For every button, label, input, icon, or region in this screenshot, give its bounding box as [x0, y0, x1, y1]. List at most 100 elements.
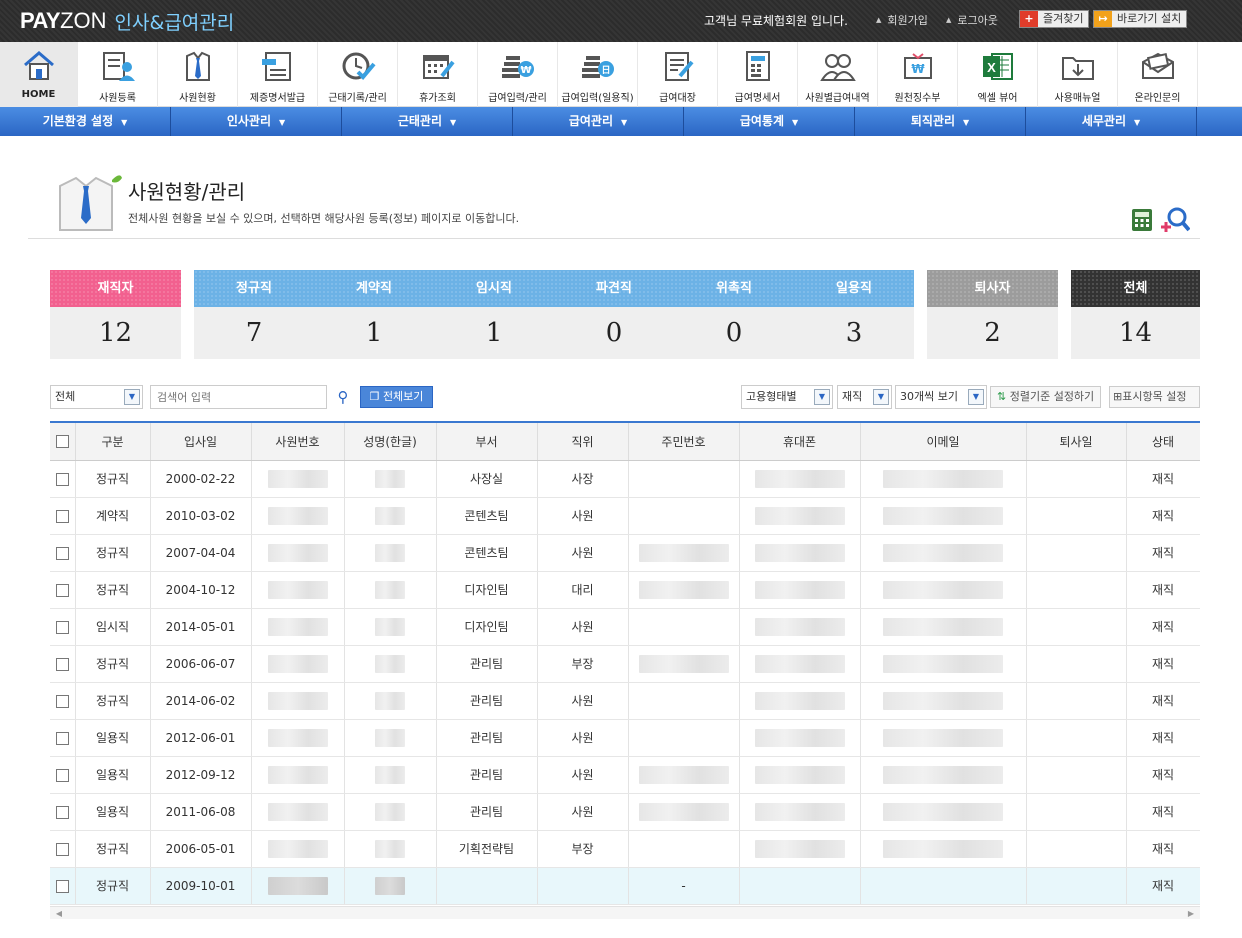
row-checkbox[interactable]: [55, 472, 69, 486]
search-user-icon[interactable]: [1160, 206, 1190, 234]
row-checkbox-cell[interactable]: [50, 571, 76, 609]
row-checkbox[interactable]: [55, 620, 69, 634]
column-header[interactable]: 주민번호: [628, 423, 740, 461]
nav-vacation[interactable]: 휴가조회: [398, 42, 478, 107]
table-row[interactable]: 정규직 2006-06-07 관리팀 부장 재직: [50, 645, 1200, 683]
nav-attendance[interactable]: 근태기록/관리: [318, 42, 398, 107]
row-checkbox-cell[interactable]: [50, 719, 76, 757]
nav-certificate[interactable]: 제증명서발급: [238, 42, 318, 107]
table-row[interactable]: 일용직 2011-06-08 관리팀 사원 재직: [50, 793, 1200, 831]
stat-temporary[interactable]: 임시직 1: [434, 270, 554, 359]
stat-commissioned[interactable]: 위촉직 0: [674, 270, 794, 359]
table-row[interactable]: 정규직 2007-04-04 콘텐츠팀 사원 재직: [50, 534, 1200, 572]
row-checkbox[interactable]: [55, 842, 69, 856]
shortcut-install-button[interactable]: ↦ 바로가기 설치: [1093, 10, 1188, 28]
table-row[interactable]: 임시직 2014-05-01 디자인팀 사원 재직: [50, 608, 1200, 646]
nav-manual[interactable]: 사용매뉴얼: [1038, 42, 1118, 107]
row-checkbox-cell[interactable]: [50, 534, 76, 572]
column-header[interactable]: 직위: [537, 423, 629, 461]
row-checkbox-cell[interactable]: [50, 830, 76, 868]
status-select[interactable]: 재직 ▼: [837, 385, 892, 409]
search-button[interactable]: ⚲: [333, 387, 353, 407]
row-checkbox[interactable]: [55, 731, 69, 745]
stat-retired[interactable]: 퇴사자 2: [927, 270, 1058, 359]
row-checkbox-cell[interactable]: [50, 682, 76, 720]
nav-employee-pay-history[interactable]: 사원별급여내역: [798, 42, 878, 107]
home-icon: [23, 51, 54, 80]
menu-retirement[interactable]: 퇴직관리 ▼: [855, 107, 1026, 136]
employment-type-select[interactable]: 고용형태별 ▼: [741, 385, 833, 409]
logo[interactable]: PAY ZON 인사&급여관리: [20, 7, 234, 35]
column-header[interactable]: 구분: [75, 423, 151, 461]
menu-payroll-stats[interactable]: 급여통계 ▼: [684, 107, 855, 136]
row-checkbox[interactable]: [55, 694, 69, 708]
search-input[interactable]: [150, 385, 327, 409]
row-checkbox-cell[interactable]: [50, 497, 76, 535]
view-all-button[interactable]: ❐ 전체보기: [360, 386, 433, 408]
nav-home[interactable]: HOME: [0, 42, 78, 107]
table-row[interactable]: 계약직 2010-03-02 콘텐츠팀 사원 재직: [50, 497, 1200, 535]
nav-employee-register[interactable]: 사원등록: [78, 42, 158, 107]
menu-payroll[interactable]: 급여관리 ▼: [513, 107, 684, 136]
row-checkbox-cell[interactable]: [50, 608, 76, 646]
table-row[interactable]: 일용직 2012-06-01 관리팀 사원 재직: [50, 719, 1200, 757]
row-checkbox-cell[interactable]: [50, 645, 76, 683]
row-checkbox-cell[interactable]: [50, 460, 76, 498]
filter-select[interactable]: 전체 ▼: [50, 385, 143, 409]
page-size-select[interactable]: 30개씩 보기 ▼: [895, 385, 987, 409]
stat-dispatched[interactable]: 파견직 0: [554, 270, 674, 359]
checkbox[interactable]: [55, 435, 69, 449]
nav-excel-viewer[interactable]: X 엑셀 뷰어: [958, 42, 1038, 107]
bookmark-button[interactable]: + 즐겨찾기: [1019, 10, 1090, 28]
row-checkbox[interactable]: [55, 879, 69, 893]
nav-online-inquiry[interactable]: 온라인문의: [1118, 42, 1198, 107]
menu-hr[interactable]: 인사관리 ▼: [171, 107, 342, 136]
row-checkbox-cell[interactable]: [50, 756, 76, 794]
column-header[interactable]: 성명(한글): [344, 423, 437, 461]
row-checkbox[interactable]: [55, 509, 69, 523]
menu-attendance[interactable]: 근태관리 ▼: [342, 107, 513, 136]
stat-contract[interactable]: 계약직 1: [314, 270, 434, 359]
column-header[interactable]: 입사일: [150, 423, 252, 461]
calculator-icon[interactable]: [1131, 208, 1153, 232]
nav-payroll-ledger[interactable]: 급여대장: [638, 42, 718, 107]
scroll-right-icon[interactable]: ▶: [1185, 908, 1197, 919]
column-header[interactable]: 퇴사일: [1026, 423, 1127, 461]
column-header[interactable]: 상태: [1126, 423, 1200, 461]
row-checkbox[interactable]: [55, 583, 69, 597]
nav-payroll-input[interactable]: ₩ 급여입력/관리: [478, 42, 558, 107]
table-row[interactable]: 정규직 2000-02-22 사장실 사장 재직: [50, 460, 1200, 498]
menu-basic-settings[interactable]: 기본환경 설정 ▼: [0, 107, 171, 136]
nav-withholding[interactable]: ₩ 원천징수부: [878, 42, 958, 107]
menu-tax[interactable]: 세무관리 ▼: [1026, 107, 1197, 136]
row-checkbox[interactable]: [55, 768, 69, 782]
sort-setting-button[interactable]: ⇅ 정렬기준 설정하기: [990, 386, 1102, 408]
nav-daily-payroll[interactable]: 日 급여입력(일용직): [558, 42, 638, 107]
column-header[interactable]: 이메일: [860, 423, 1027, 461]
column-header[interactable]: 휴대폰: [739, 423, 861, 461]
scroll-left-icon[interactable]: ◀: [53, 908, 65, 919]
stat-regular[interactable]: 정규직 7: [194, 270, 314, 359]
table-row[interactable]: 정규직 2004-10-12 디자인팀 대리 재직: [50, 571, 1200, 609]
table-row[interactable]: 정규직 2014-06-02 관리팀 사원 재직: [50, 682, 1200, 720]
stat-daily[interactable]: 일용직 3: [794, 270, 914, 359]
row-checkbox[interactable]: [55, 805, 69, 819]
select-all-checkbox[interactable]: [50, 423, 76, 461]
nav-employee-status[interactable]: 사원현황: [158, 42, 238, 107]
stat-active[interactable]: 재직자 12: [50, 270, 181, 359]
column-setting-button[interactable]: ⊞표시항목 설정: [1109, 386, 1200, 408]
logout-link[interactable]: 로그아웃: [946, 12, 997, 28]
table-row[interactable]: 정규직 2009-10-01 - 재직: [50, 867, 1200, 905]
row-checkbox-cell[interactable]: [50, 793, 76, 831]
stat-total[interactable]: 전체 14: [1071, 270, 1200, 359]
nav-payslip[interactable]: 급여명세서: [718, 42, 798, 107]
horizontal-scrollbar[interactable]: ◀ ▶: [50, 906, 1200, 919]
column-header[interactable]: 부서: [436, 423, 538, 461]
table-row[interactable]: 일용직 2012-09-12 관리팀 사원 재직: [50, 756, 1200, 794]
column-header[interactable]: 사원번호: [251, 423, 345, 461]
row-checkbox[interactable]: [55, 657, 69, 671]
row-checkbox-cell[interactable]: [50, 867, 76, 905]
join-link[interactable]: 회원가입: [876, 12, 927, 28]
row-checkbox[interactable]: [55, 546, 69, 560]
table-row[interactable]: 정규직 2006-05-01 기획전략팀 부장 재직: [50, 830, 1200, 868]
